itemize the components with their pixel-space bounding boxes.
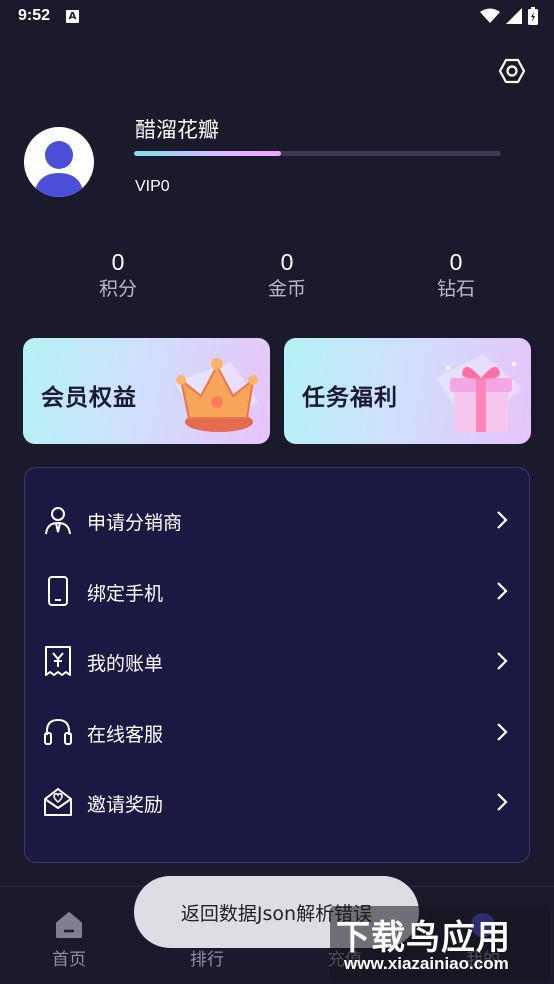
menu-card: 申请分销商 绑定手机 我的账单 在线客服 邀请奖励 [24,467,530,863]
watermark-url: www.xiazainiao.com [344,954,509,973]
tab-home[interactable]: 首页 [24,909,114,970]
bill-icon [45,646,71,676]
menu-item-my-bills[interactable]: 我的账单 [25,631,531,691]
distributor-icon [45,507,71,535]
stat-coins[interactable]: 0 金币 [237,248,337,302]
menu-item-distributor[interactable]: 申请分销商 [25,490,531,550]
stat-diamonds[interactable]: 0 钻石 [406,248,506,302]
battery-icon [528,7,538,25]
username: 醋溜花瓣 [135,118,219,142]
stat-label: 金币 [267,278,306,300]
level-progress-fill [134,151,281,156]
stats-row: 0 积分 0 金币 0 钻石 [0,248,554,308]
phone-icon [48,576,68,606]
home-icon [56,912,82,938]
wifi-icon [480,8,500,23]
status-indicators [480,7,538,25]
member-benefits-card[interactable]: 会员权益 [23,338,270,444]
settings-hex-icon [498,58,526,84]
user-avatar-icon [34,141,84,197]
chevron-right-icon [497,582,508,600]
task-rewards-card[interactable]: 任务福利 [284,338,531,444]
chevron-right-icon [497,652,508,670]
tab-label: 首页 [52,950,86,970]
chevron-right-icon [497,793,508,811]
settings-button[interactable] [498,57,526,85]
notification-icon: A [66,9,80,23]
avatar[interactable] [24,127,94,197]
menu-item-bind-phone[interactable]: 绑定手机 [25,561,531,621]
chevron-right-icon [497,511,508,529]
task-rewards-title: 任务福利 [302,385,398,411]
stat-label: 钻石 [436,278,475,300]
status-time: 9:52 [18,7,51,24]
gift-box-icon [436,354,522,434]
stat-value: 0 [111,249,125,275]
menu-label: 邀请奖励 [87,794,164,816]
signal-icon [506,8,522,24]
vip-level: VIP0 [135,178,170,195]
watermark: 下载鸟应用 www.xiazainiao.com [330,906,550,980]
menu-label: 申请分销商 [87,512,183,534]
stat-label: 积分 [98,278,137,300]
menu-label: 我的账单 [87,653,164,675]
status-bar: 9:52 A [0,0,554,32]
crown-icon [175,358,259,432]
level-progress-bar [134,151,501,156]
member-benefits-title: 会员权益 [41,385,137,411]
chevron-right-icon [497,723,508,741]
tab-label: 排行 [190,950,224,970]
invite-mail-icon [44,788,72,816]
menu-item-online-service[interactable]: 在线客服 [25,702,531,762]
stat-value: 0 [280,249,294,275]
menu-label: 绑定手机 [87,583,164,605]
headset-icon [44,718,72,745]
menu-item-invite-rewards[interactable]: 邀请奖励 [25,772,531,832]
watermark-title: 下载鸟应用 [336,918,511,958]
menu-label: 在线客服 [87,724,164,746]
stat-points[interactable]: 0 积分 [68,248,168,302]
stat-value: 0 [449,249,463,275]
